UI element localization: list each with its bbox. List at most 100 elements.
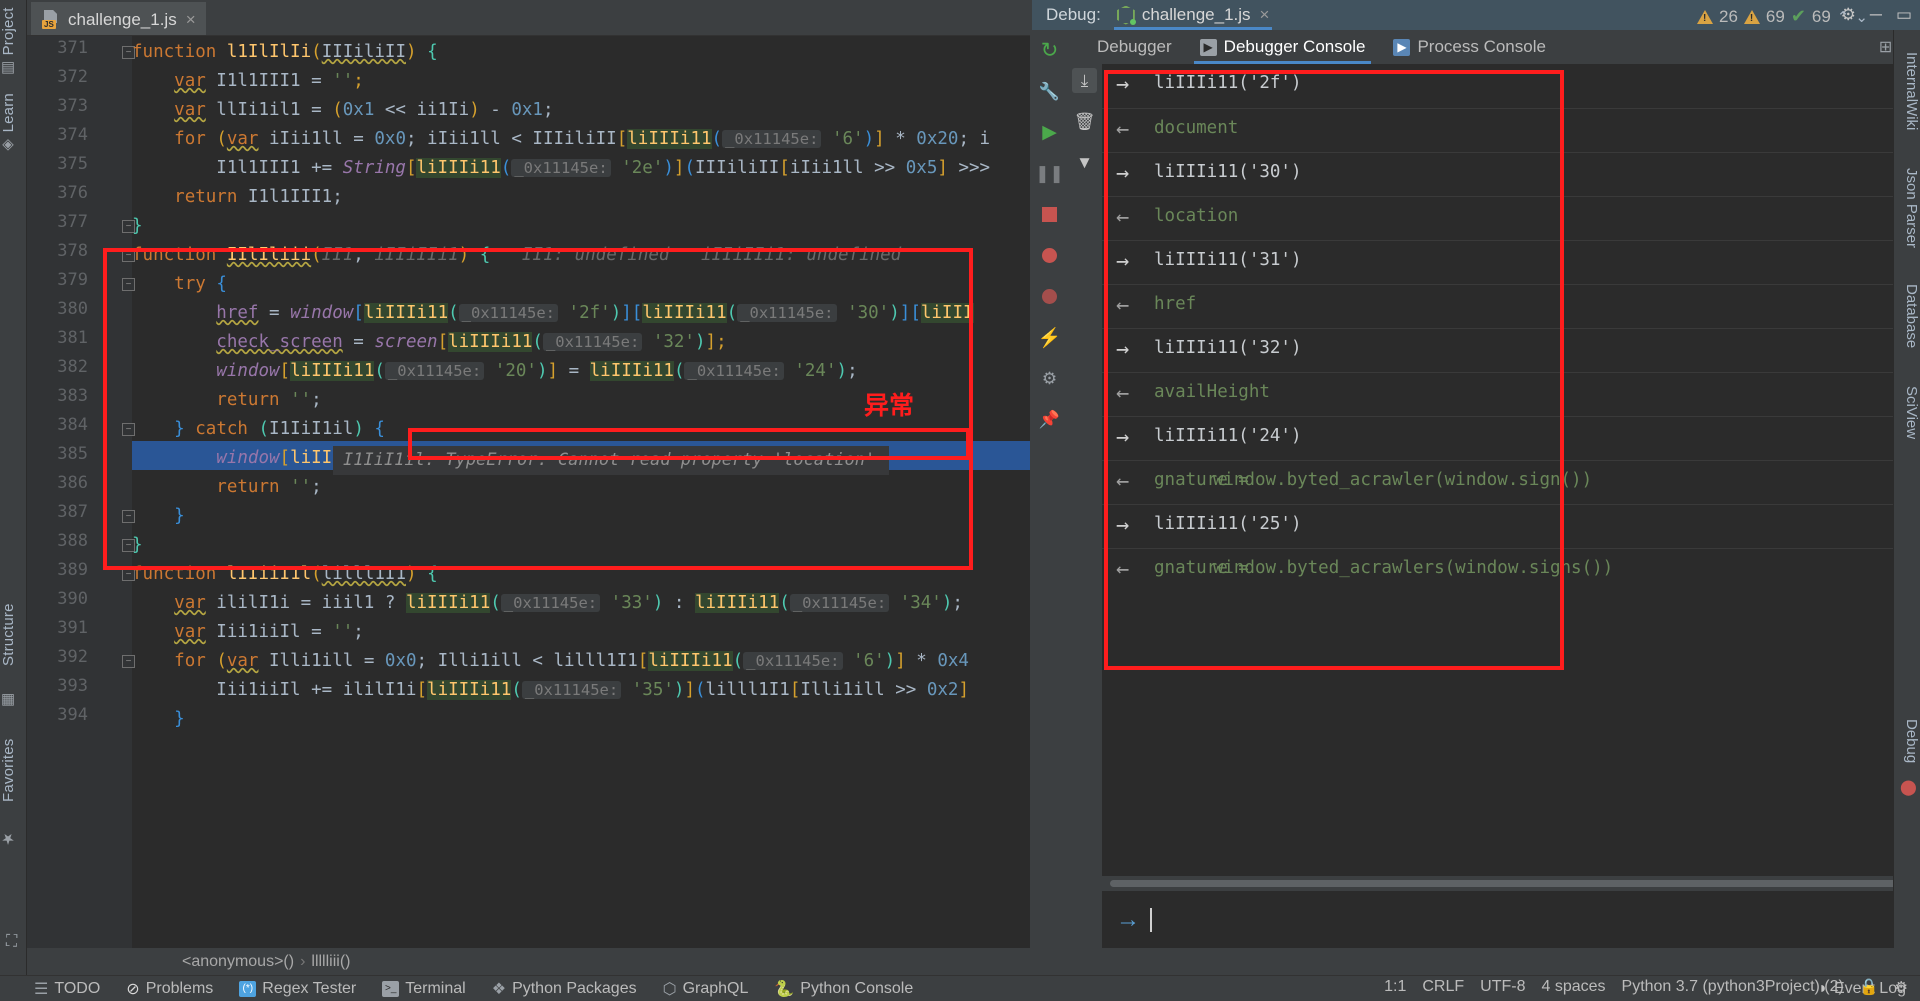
debugger-console-output[interactable]: → liIIIi11('2f') ← document → liIIIi11('30') ←… <box>1102 64 1920 876</box>
console-input-row[interactable]: → <box>1102 891 1920 948</box>
console-entry-text: liIIIi11('32') <box>1154 338 1302 358</box>
input-arrow-icon: → <box>1116 337 1130 362</box>
sidebar-item-debug[interactable]: Debug <box>1893 710 1920 772</box>
console-output-entry[interactable]: ← location <box>1102 196 1920 240</box>
input-arrow-icon: → <box>1116 425 1130 450</box>
check-icon: ✔ <box>1790 6 1806 26</box>
line-number: 372 <box>57 67 88 87</box>
tool-button-terminal[interactable]: >_ Terminal <box>382 980 466 998</box>
sidebar-item-internalwiki[interactable]: InternalWiki <box>1893 36 1920 146</box>
console-output-entry[interactable]: ← availHeight <box>1102 372 1920 416</box>
breadcrumb-item-anonymous[interactable]: <anonymous>() <box>182 953 294 971</box>
warning-icon-2 <box>1743 9 1760 24</box>
tool-button-graphql[interactable]: ⬡ GraphQL <box>663 979 749 999</box>
inspection-icon[interactable]: ⚙ <box>1895 978 1908 996</box>
breakpoints-icon[interactable] <box>1037 243 1062 268</box>
debug-session-tab[interactable]: challenge_1.js × <box>1111 0 1276 30</box>
warning-count-minor: 69 <box>1765 6 1785 26</box>
line-number: 394 <box>57 705 88 725</box>
editor-tab-challenge1[interactable]: JS challenge_1.js × <box>31 2 206 35</box>
breadcrumb[interactable]: <anonymous>() › llllliii() <box>27 948 1030 975</box>
tool-button-problems[interactable]: ⊘ Problems <box>126 979 213 999</box>
sidebar-item-sciview[interactable]: SciView <box>1893 374 1920 452</box>
console-input-entry[interactable]: → liIIIi11('24') <box>1102 416 1920 460</box>
tool-button-label: Problems <box>145 979 214 997</box>
console-output-entry[interactable]: ← document <box>1102 108 1920 152</box>
breadcrumb-item-function[interactable]: llllliii() <box>311 953 350 971</box>
settings-icon[interactable]: ⚙ <box>1037 366 1062 391</box>
warning-icon <box>1696 9 1713 24</box>
tool-button-python-console[interactable]: 🐍 Python Console <box>774 979 913 999</box>
sidebar-item-label: Debug <box>1903 718 1920 764</box>
tab-debugger-console[interactable]: ▶ Debugger Console <box>1186 30 1380 64</box>
status-interpreter[interactable]: Python 3.7 (python3Project) (2) <box>1622 978 1844 996</box>
sidebar-item-favorites[interactable]: Favorites <box>0 718 27 822</box>
console-input-entry[interactable]: → liIIIi11('31') <box>1102 240 1920 284</box>
line-number: 378 <box>57 241 88 261</box>
status-caret-position[interactable]: 1:1 <box>1384 978 1406 996</box>
console-output-entry[interactable]: ← gnature =window.byted_acrawlers(window.… <box>1102 548 1920 592</box>
chevron-down-icon[interactable]: ⌄ <box>1855 8 1868 26</box>
console-input-entry[interactable]: → liIIIi11('2f') <box>1102 64 1920 108</box>
tool-button-label: Regex Tester <box>262 979 357 997</box>
project-icon: ▤ <box>0 60 17 79</box>
lock-icon[interactable]: 🔓 <box>1860 978 1879 996</box>
close-icon[interactable]: × <box>1260 5 1270 25</box>
wrench-icon[interactable]: 🔧 <box>1037 79 1062 104</box>
breadcrumb-separator: › <box>300 952 306 970</box>
console-input-entry[interactable]: → liIIIi11('32') <box>1102 328 1920 372</box>
mute-breakpoints-icon[interactable] <box>1037 284 1062 309</box>
status-indent[interactable]: 4 spaces <box>1541 978 1605 996</box>
inspection-widget[interactable]: 26 69 ✔ 69 ⌃ ⌄ <box>1696 6 1868 27</box>
evaluate-icon[interactable]: ⚡ <box>1037 325 1062 350</box>
console-horizontal-scrollbar[interactable] <box>1102 876 1920 891</box>
trash-icon[interactable]: 🗑 <box>1072 109 1097 134</box>
console-entry-text: availHeight <box>1154 382 1270 402</box>
tab-debugger[interactable]: Debugger <box>1083 30 1186 64</box>
regex-icon: (*) <box>239 980 257 997</box>
scrollbar-thumb[interactable] <box>1110 880 1900 887</box>
status-encoding[interactable]: UTF-8 <box>1480 978 1525 996</box>
debug-icon: ⬤ <box>1900 779 1917 796</box>
tool-button-todo[interactable]: ☰ TODO <box>34 979 100 999</box>
minimize-icon[interactable]: ─ <box>1870 5 1882 25</box>
tab-process-console[interactable]: ▶ Process Console <box>1379 30 1560 64</box>
console-input-entry[interactable]: → liIIIi11('30') <box>1102 152 1920 196</box>
console-output-entry[interactable]: ← href <box>1102 284 1920 328</box>
line-number: 371 <box>57 38 88 58</box>
filter-icon[interactable]: ▼ <box>1072 150 1097 175</box>
tool-button-regex-tester[interactable]: (*) Regex Tester <box>239 980 356 998</box>
js-file-icon: JS <box>42 10 61 29</box>
play-icon[interactable]: ▶ <box>1037 120 1062 145</box>
stop-icon[interactable] <box>1037 202 1062 227</box>
sidebar-item-project[interactable]: ▤ Project <box>0 6 27 80</box>
rerun-icon[interactable]: ↻ <box>1037 38 1062 63</box>
output-arrow-icon: ← <box>1116 117 1130 142</box>
hide-icon[interactable]: ▭ <box>1896 5 1912 25</box>
line-number: 388 <box>57 531 88 551</box>
console-actions-toolbar: ⤓ 🗑 ▼ <box>1067 60 1102 948</box>
status-line-separator[interactable]: CRLF <box>1422 978 1464 996</box>
input-arrow-icon: → <box>1116 161 1130 186</box>
sidebar-item-learn[interactable]: ◈ Learn <box>0 88 27 160</box>
console-input-entry[interactable]: → liIIIi11('25') <box>1102 504 1920 548</box>
layout-icon[interactable]: ⊞ <box>1879 37 1892 57</box>
right-tool-strip: InternalWiki Json Parser Database SciVie… <box>1893 30 1920 948</box>
pin-icon[interactable]: 📌 <box>1037 407 1062 432</box>
sidebar-item-structure[interactable]: Structure <box>0 585 27 685</box>
close-icon[interactable]: × <box>186 10 196 30</box>
sidebar-item-label: InternalWiki <box>1903 51 1920 131</box>
chevron-up-icon[interactable]: ⌃ <box>1837 8 1850 26</box>
line-number: 385 <box>57 444 88 464</box>
bookmark-icon[interactable]: ⛶ <box>6 933 17 951</box>
tool-button-python-packages[interactable]: ❖ Python Packages <box>492 979 637 999</box>
prompt-arrow-icon: → <box>1116 905 1140 933</box>
pause-icon[interactable]: ❚❚ <box>1035 161 1064 186</box>
scroll-to-end-icon[interactable]: ⤓ <box>1072 68 1097 93</box>
console-output-entry[interactable]: ← gnature =window.byted_acrawler(window.s… <box>1102 460 1920 504</box>
sidebar-item-label: Favorites <box>0 738 17 802</box>
sidebar-item-database[interactable]: Database <box>1893 268 1920 364</box>
code-editor[interactable]: 371−372 373 374 375 376 377−378−379−380 381 382… <box>27 36 1030 948</box>
sidebar-item-jsonparser[interactable]: Json Parser <box>1893 156 1920 260</box>
line-number: 377 <box>57 212 88 232</box>
